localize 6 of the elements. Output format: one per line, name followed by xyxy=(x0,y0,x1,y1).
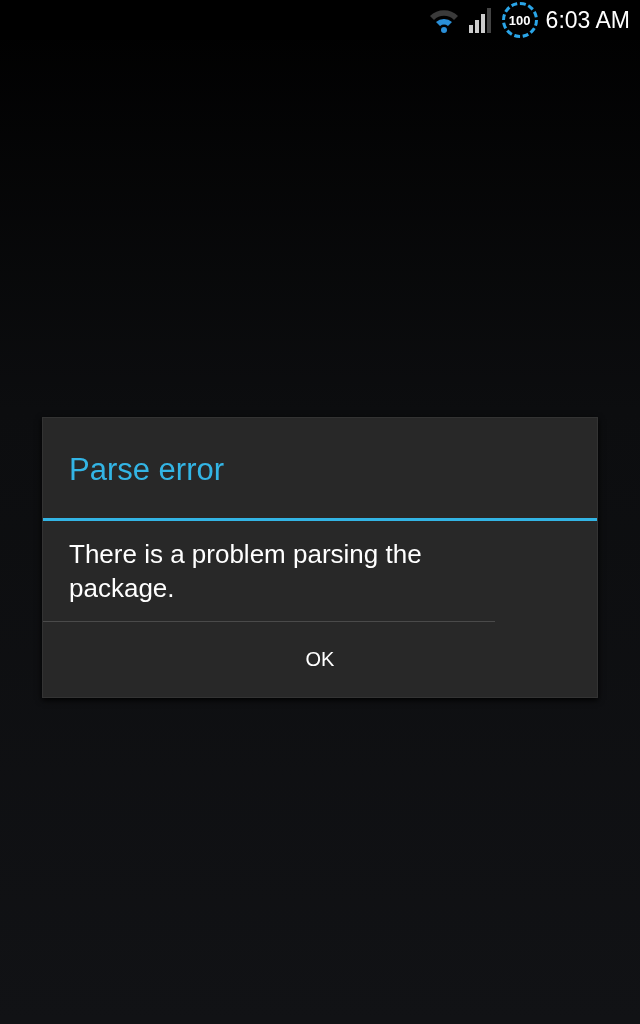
ok-button[interactable]: OK xyxy=(43,621,597,697)
signal-icon xyxy=(467,7,494,33)
battery-level: 100 xyxy=(508,12,531,28)
dialog-message: There is a problem parsing the package. xyxy=(43,520,495,622)
dialog-title: Parse error xyxy=(43,417,597,521)
clock-time: 6:03 AM xyxy=(545,6,630,34)
